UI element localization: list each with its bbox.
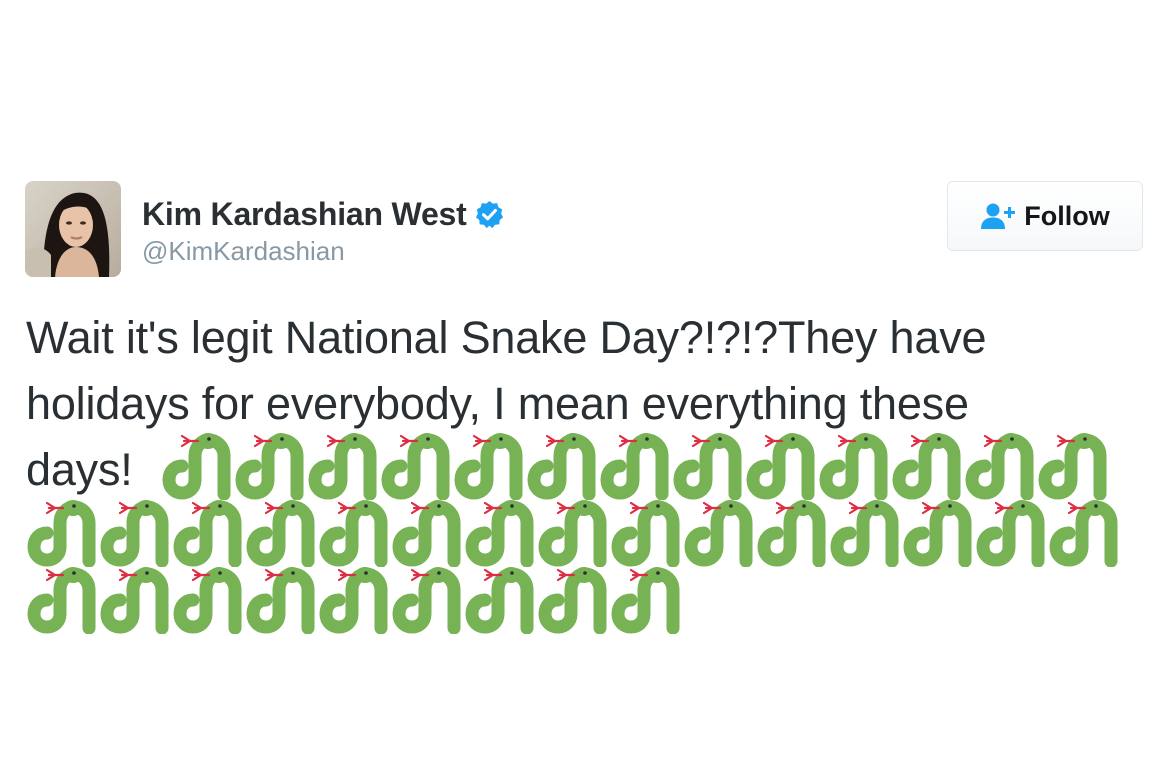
snake-emoji-icon <box>246 500 315 567</box>
snake-emoji-icon <box>684 500 753 567</box>
snake-emoji-icon <box>308 433 377 500</box>
snake-emoji-icon <box>465 567 534 634</box>
snake-emoji-icon <box>903 500 972 567</box>
snake-emoji-icon <box>319 500 388 567</box>
snake-emoji-icon <box>527 433 596 500</box>
snake-emoji-icon <box>965 433 1034 500</box>
tweet-card: Kim Kardashian West @KimKardashian Follo… <box>0 0 1176 784</box>
snake-emoji-icon <box>1038 433 1107 500</box>
snake-emoji-icon <box>819 433 888 500</box>
snake-emoji-icon <box>319 567 388 634</box>
verified-badge-icon <box>475 200 503 228</box>
snake-emoji-icon <box>100 567 169 634</box>
snake-emoji-icon <box>27 500 96 567</box>
follow-button[interactable]: Follow <box>947 181 1143 251</box>
snake-emoji-row <box>25 564 682 634</box>
snake-emoji-row <box>25 497 1120 567</box>
snake-emoji-icon <box>465 500 534 567</box>
snake-emoji-icon <box>892 433 961 500</box>
snake-emoji-icon <box>392 567 461 634</box>
snake-emoji-icon <box>246 567 315 634</box>
snake-emoji-icon <box>162 433 231 500</box>
avatar[interactable] <box>25 181 121 277</box>
snake-emoji-icon <box>746 433 815 500</box>
snake-emoji-icon <box>454 433 523 500</box>
tweet-text-line: holidays for everybody, I mean everythin… <box>26 378 969 429</box>
snake-emoji-icon <box>235 433 304 500</box>
snake-emoji-icon <box>830 500 899 567</box>
snake-emoji-icon <box>600 433 669 500</box>
snake-emoji-icon <box>100 500 169 567</box>
snake-emoji-icon <box>173 567 242 634</box>
snake-emoji-icon <box>173 500 242 567</box>
snake-emoji-icon <box>1049 500 1118 567</box>
tweet-text-line: Wait it's legit National Snake Day?!?!?T… <box>26 312 987 363</box>
follow-button-label: Follow <box>1024 200 1110 231</box>
author-handle[interactable]: @KimKardashian <box>142 236 345 267</box>
snake-emoji-icon <box>673 433 742 500</box>
snake-emoji-icon <box>611 500 680 567</box>
author-name-row: Kim Kardashian West <box>142 194 505 234</box>
snake-emoji-icon <box>381 433 450 500</box>
snake-emoji-row <box>160 430 1109 500</box>
snake-emoji-icon <box>392 500 461 567</box>
snake-emoji-icon <box>538 567 607 634</box>
snake-emoji-icon <box>976 500 1045 567</box>
snake-emoji-icon <box>27 567 96 634</box>
add-user-icon <box>981 203 1016 229</box>
snake-emoji-icon <box>611 567 680 634</box>
snake-emoji-icon <box>538 500 607 567</box>
author-name[interactable]: Kim Kardashian West <box>142 196 467 233</box>
snake-emoji-icon <box>757 500 826 567</box>
